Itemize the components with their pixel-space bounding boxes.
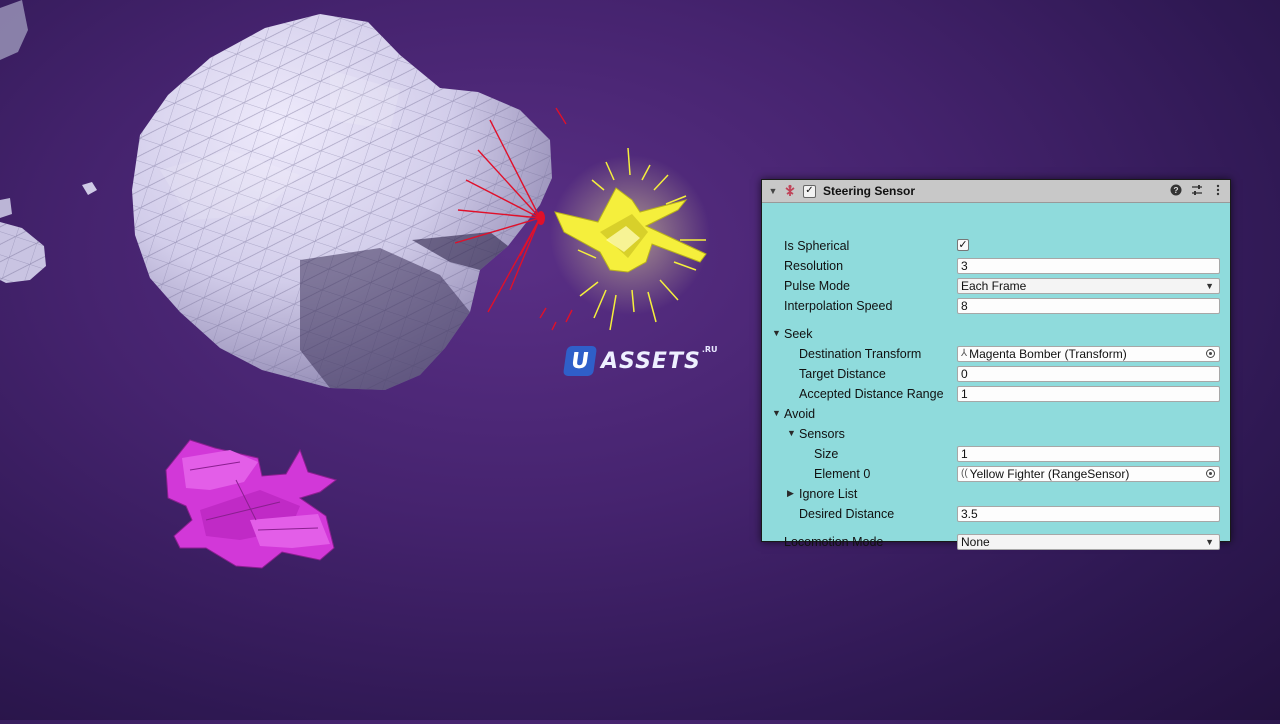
property-desired-distance: Desired Distance 3.5: [762, 504, 1230, 524]
property-label: Locomotion Mode: [784, 535, 884, 549]
property-label: Accepted Distance Range: [799, 387, 944, 401]
is-spherical-checkbox[interactable]: ✓: [957, 239, 969, 251]
dropdown-value: Each Frame: [961, 279, 1027, 293]
property-target-distance: Target Distance 0: [762, 364, 1230, 384]
pulse-mode-dropdown[interactable]: Each Frame ▼: [957, 278, 1220, 294]
asteroid: [132, 14, 552, 390]
foldout-avoid[interactable]: ▼ Avoid: [762, 404, 1230, 424]
property-label: Interpolation Speed: [784, 299, 893, 313]
foldout-label: Ignore List: [799, 487, 858, 501]
property-is-spherical: Is Spherical ✓: [762, 236, 1230, 256]
resolution-field[interactable]: 3: [957, 258, 1220, 274]
target-distance-field[interactable]: 0: [957, 366, 1220, 382]
interpolation-speed-field[interactable]: 8: [957, 298, 1220, 314]
help-icon[interactable]: ?: [1169, 183, 1182, 197]
dropdown-arrow-icon: ▼: [1205, 281, 1214, 291]
foldout-collapsed-icon[interactable]: ▶: [787, 488, 794, 499]
magenta-bomber: [165, 439, 338, 569]
foldout-expanded-icon[interactable]: ▼: [772, 328, 781, 338]
component-title: Steering Sensor: [823, 184, 916, 198]
foldout-expanded-icon[interactable]: ▼: [772, 408, 781, 418]
foldout-label: Sensors: [799, 427, 845, 441]
foldout-label: Seek: [784, 327, 813, 341]
property-accepted-distance-range: Accepted Distance Range 1: [762, 384, 1230, 404]
inspector-component-panel: ▼ ✓ Steering Sensor ? Is Spherical ✓ Res…: [761, 179, 1231, 550]
foldout-seek[interactable]: ▼ Seek: [762, 324, 1230, 344]
sensors-size-field[interactable]: 1: [957, 446, 1220, 462]
watermark-domain: .RU: [701, 344, 718, 354]
steering-sensor-component-icon: [782, 183, 798, 199]
transform-icon: ⅄: [961, 348, 968, 359]
element-0-object-field[interactable]: (( Yellow Fighter (RangeSensor): [957, 466, 1220, 482]
property-label: Size: [814, 447, 839, 461]
component-header[interactable]: ▼ ✓ Steering Sensor ?: [762, 180, 1230, 203]
object-field-value: Magenta Bomber (Transform): [969, 347, 1127, 361]
foldout-sensors[interactable]: ▼ Sensors: [762, 424, 1230, 444]
property-element-0: Element 0 (( Yellow Fighter (RangeSensor…: [762, 464, 1230, 484]
property-label: Pulse Mode: [784, 279, 851, 293]
object-picker-icon[interactable]: [1206, 469, 1215, 478]
dropdown-arrow-icon: ▼: [1205, 537, 1214, 547]
accepted-distance-range-field[interactable]: 1: [957, 386, 1220, 402]
locomotion-mode-dropdown[interactable]: None ▼: [957, 534, 1220, 550]
property-destination-transform: Destination Transform ⅄ Magenta Bomber (…: [762, 344, 1230, 364]
component-enabled-checkbox[interactable]: ✓: [803, 184, 816, 198]
object-picker-icon[interactable]: [1206, 349, 1215, 358]
sensor-origin: [537, 211, 545, 225]
asteroid-fragment-left: [0, 0, 97, 283]
foldout-label: Avoid: [784, 407, 816, 421]
yellow-fighter: [550, 147, 710, 331]
property-resolution: Resolution 3: [762, 256, 1230, 276]
component-foldout-arrow-icon[interactable]: ▼: [768, 186, 778, 196]
foldout-ignore-list[interactable]: ▶ Ignore List: [762, 484, 1230, 504]
property-label: Is Spherical: [784, 239, 850, 253]
range-sensor-icon: ((: [961, 468, 968, 479]
property-label: Destination Transform: [799, 347, 922, 361]
property-label: Element 0: [814, 467, 871, 481]
preset-settings-icon[interactable]: [1190, 183, 1203, 197]
dropdown-value: None: [961, 535, 990, 549]
destination-transform-object-field[interactable]: ⅄ Magenta Bomber (Transform): [957, 346, 1220, 362]
property-label: Desired Distance: [799, 507, 895, 521]
property-pulse-mode: Pulse Mode Each Frame ▼: [762, 276, 1230, 296]
desired-distance-field[interactable]: 3.5: [957, 506, 1220, 522]
property-locomotion-mode: Locomotion Mode None ▼: [762, 532, 1230, 552]
watermark-badge: U: [562, 346, 598, 376]
watermark-text: ASSETS: [601, 348, 701, 374]
property-label: Target Distance: [799, 367, 886, 381]
svg-text:?: ?: [1173, 185, 1178, 195]
property-interpolation-speed: Interpolation Speed 8: [762, 296, 1230, 316]
watermark: U ASSETS .RU: [562, 344, 718, 378]
kebab-menu-icon[interactable]: [1211, 183, 1224, 197]
foldout-expanded-icon[interactable]: ▼: [787, 428, 796, 438]
property-label: Resolution: [784, 259, 844, 273]
property-size: Size 1: [762, 444, 1230, 464]
object-field-value: Yellow Fighter (RangeSensor): [969, 467, 1130, 481]
